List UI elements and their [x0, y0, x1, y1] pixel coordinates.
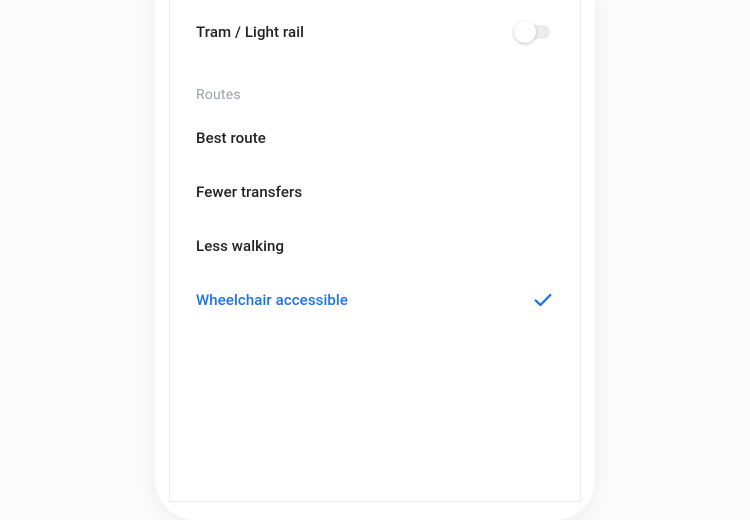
toggle-tram[interactable] [514, 21, 554, 43]
transport-label-tram: Tram / Light rail [196, 23, 304, 41]
route-option-best[interactable]: Best route [196, 111, 554, 165]
screen: Subway Tram / Light rail Routes Best rou… [169, 0, 581, 502]
routes-header: Routes [196, 59, 554, 103]
route-option-walking[interactable]: Less walking [196, 219, 554, 273]
phone-frame: Subway Tram / Light rail Routes Best rou… [155, 0, 595, 520]
route-option-label: Less walking [196, 237, 284, 255]
route-option-label: Wheelchair accessible [196, 291, 348, 309]
route-option-transfers[interactable]: Fewer transfers [196, 165, 554, 219]
check-icon [532, 289, 554, 311]
transport-row-tram: Tram / Light rail [196, 5, 554, 59]
settings-panel: Subway Tram / Light rail Routes Best rou… [170, 0, 580, 327]
route-option-label: Fewer transfers [196, 183, 302, 201]
route-option-wheelchair[interactable]: Wheelchair accessible [196, 273, 554, 327]
route-option-label: Best route [196, 129, 266, 147]
toggle-knob [514, 21, 536, 43]
